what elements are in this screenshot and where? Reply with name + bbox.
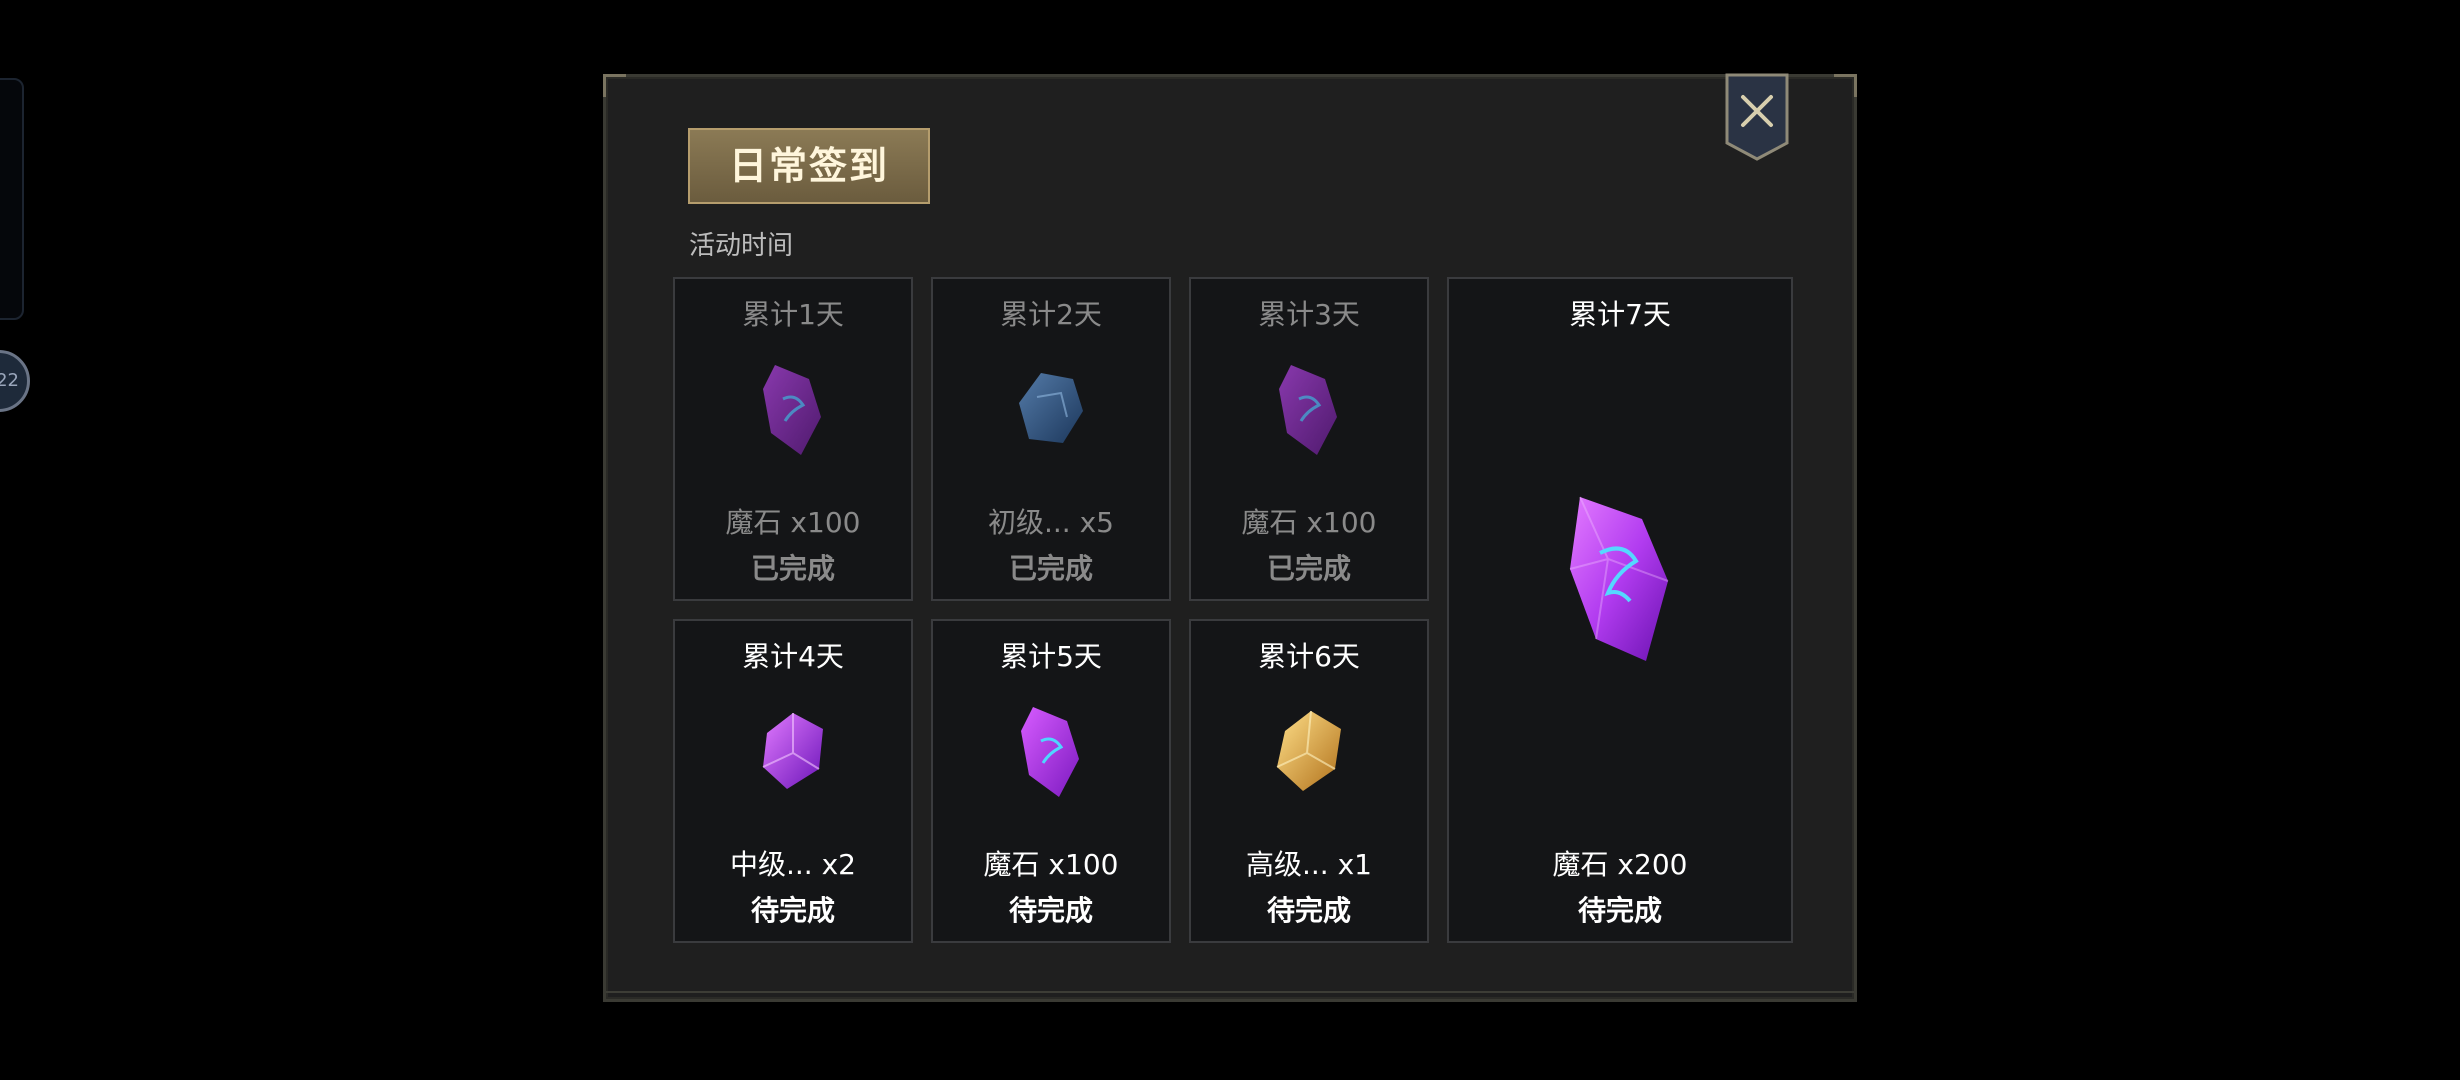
status-label: 待完成 [1577, 894, 1662, 927]
day-label: 累计7天 [1569, 298, 1671, 331]
reward-label: 高级... x1 [1246, 848, 1372, 881]
day-label: 累计6天 [1258, 640, 1360, 673]
reward-card-day-5[interactable]: 累计5天 魔石 x100 待完成 [931, 619, 1171, 943]
reward-card-day-1[interactable]: 累计1天 魔石 x100 已完成 [673, 277, 913, 601]
purple-magic-stone-icon [763, 365, 821, 455]
corner-ornament [603, 74, 626, 97]
reward-label: 魔石 x100 [725, 506, 861, 539]
violet-crystal-icon [762, 713, 823, 789]
reward-card-day-6[interactable]: 累计6天 高级... x1 待完成 [1189, 619, 1429, 943]
reward-label: 魔石 x100 [983, 848, 1119, 881]
day-label: 累计4天 [742, 640, 844, 673]
day-label: 累计5天 [1000, 640, 1102, 673]
blue-stone-icon [1019, 373, 1083, 443]
activity-time-label: 活动时间 [689, 231, 794, 261]
close-button[interactable] [1725, 73, 1789, 163]
reward-label: 魔石 x100 [1241, 506, 1377, 539]
status-label: 已完成 [1008, 552, 1093, 585]
daily-signin-dialog: 日常签到 活动时间 累计1天 魔石 x100 已完成 累计2天 初级... x5… [603, 73, 1857, 1002]
status-label: 已完成 [1266, 552, 1351, 585]
reward-card-day-2[interactable]: 累计2天 初级... x5 已完成 [931, 277, 1171, 601]
purple-magic-stone-icon [1021, 707, 1079, 797]
dialog-title: 日常签到 [688, 128, 930, 204]
purple-magic-stone-icon [1279, 365, 1337, 455]
reward-card-day-3[interactable]: 累计3天 魔石 x100 已完成 [1189, 277, 1429, 601]
status-label: 待完成 [1266, 894, 1351, 927]
status-label: 待完成 [750, 894, 835, 927]
side-badge[interactable]: 22 [0, 350, 30, 412]
divider [606, 991, 1854, 993]
reward-card-day-4[interactable]: 累计4天 中级... x2 待完成 [673, 619, 913, 943]
gold-crystal-icon [1276, 710, 1341, 791]
side-panel[interactable] [0, 78, 24, 320]
reward-label: 初级... x5 [988, 506, 1114, 539]
close-icon [1725, 73, 1789, 161]
reward-label: 中级... x2 [730, 848, 856, 881]
corner-ornament [1834, 74, 1857, 97]
day-label: 累计2天 [1000, 298, 1102, 331]
large-purple-magic-stone-icon [1569, 496, 1669, 661]
status-label: 已完成 [750, 552, 835, 585]
reward-label: 魔石 x200 [1552, 848, 1688, 881]
status-label: 待完成 [1008, 894, 1093, 927]
reward-card-day-7[interactable]: 累计7天 魔石 x200 待完成 [1447, 277, 1793, 943]
day-label: 累计3天 [1258, 298, 1360, 331]
day-label: 累计1天 [742, 298, 844, 331]
